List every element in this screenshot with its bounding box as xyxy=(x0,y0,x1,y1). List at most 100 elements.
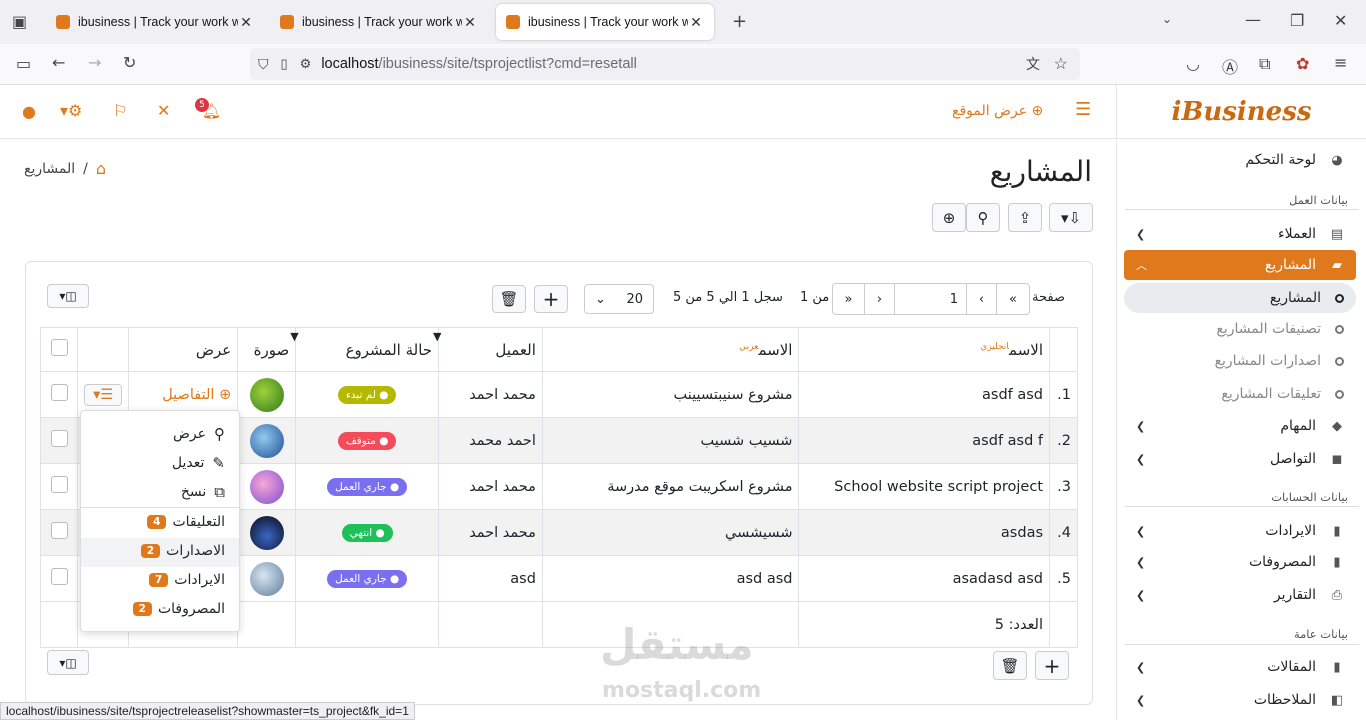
chevron-left-icon: ❮ xyxy=(1136,524,1146,538)
home-icon[interactable]: ⌂ xyxy=(96,159,106,178)
page-size-select[interactable]: ⌄ 20 xyxy=(584,284,654,314)
first-page-button[interactable]: « xyxy=(997,284,1029,314)
extensions-icon[interactable]: ⧉ xyxy=(1259,54,1270,74)
url-bar[interactable]: ⛉ ▯ ⚙ localhost/ibusiness/site/tsproject… xyxy=(250,48,1080,80)
delete-selected-button-bottom[interactable]: 🗑︎ xyxy=(993,651,1027,680)
row-checkbox[interactable] xyxy=(50,476,68,493)
col-name-ar[interactable]: الاسمعربي xyxy=(541,327,800,372)
menu-item-copy[interactable]: ⧉ نسخ xyxy=(181,483,225,501)
pocket-icon[interactable]: ◡ xyxy=(1186,54,1200,73)
printer-icon: ⎙ xyxy=(1331,587,1343,603)
menu-icon[interactable]: ≡ xyxy=(1334,53,1347,72)
browser-tab[interactable]: ibusiness | Track your work with ✕ xyxy=(46,4,264,40)
menu-item-comments[interactable]: التعليقات 4 xyxy=(147,514,225,530)
maximize-icon[interactable]: ❐ xyxy=(1290,11,1304,30)
sidebar-item-expenses[interactable]: ▮ المصروفات ❮ xyxy=(1124,547,1356,577)
search-icon: ⚲ xyxy=(214,425,225,443)
sidebar-item-tasks[interactable]: ◆ المهام ❮ xyxy=(1124,411,1356,441)
project-thumbnail[interactable] xyxy=(249,377,284,412)
browser-tab[interactable]: ibusiness | Track your work with ✕ xyxy=(270,4,488,40)
permissions-icon[interactable]: ⚙ xyxy=(300,56,312,72)
row-checkbox[interactable] xyxy=(50,522,68,539)
comments-icon: ◼ xyxy=(1331,451,1343,467)
chevron-left-icon: ❮ xyxy=(1136,555,1146,569)
close-window-icon[interactable]: ✕ xyxy=(1334,11,1347,30)
row-checkbox[interactable] xyxy=(50,384,68,401)
close-tab-icon[interactable]: ✕ xyxy=(238,14,254,31)
page-number-input[interactable]: 1 xyxy=(895,284,967,314)
column-toggle-button-bottom[interactable]: ▾◫ xyxy=(47,650,89,675)
advanced-search-button[interactable]: ⊕ xyxy=(932,203,966,232)
close-tab-icon[interactable]: ✕ xyxy=(462,14,478,31)
next-page-button[interactable]: › xyxy=(865,284,895,314)
col-customer[interactable]: العميل ▼ xyxy=(433,327,543,372)
new-tab-icon[interactable]: + xyxy=(732,11,747,32)
sidebar-item-dashboard[interactable]: ◕ لوحة التحكم xyxy=(1124,145,1356,175)
chevron-up-icon: ︿ xyxy=(1136,259,1147,272)
back-icon[interactable]: ← xyxy=(52,53,65,72)
view-site-link[interactable]: ⊕ عرض الموقع xyxy=(952,103,1043,119)
col-status[interactable]: حالة المشروع ▼ xyxy=(290,327,440,372)
sidebar-item-notes[interactable]: ◧ الملاحظات ❮ xyxy=(1124,685,1356,715)
account-icon[interactable]: Ⓐ xyxy=(1222,54,1238,78)
forward-icon[interactable]: → xyxy=(88,53,101,72)
sidebar-item-customers[interactable]: ▤ العملاء ❮ xyxy=(1124,219,1356,249)
sidebar-item-reports[interactable]: ⎙ التقارير ❮ xyxy=(1124,580,1356,610)
close-tab-icon[interactable]: ✕ xyxy=(688,14,704,31)
select-all-checkbox[interactable] xyxy=(50,339,68,356)
menu-item-revenues[interactable]: الايرادات 7 xyxy=(148,572,225,588)
row-checkbox[interactable] xyxy=(50,568,68,585)
prev-page-button[interactable]: ‹ xyxy=(967,284,997,314)
export-button[interactable]: ▾⇩ xyxy=(1049,203,1093,232)
sidebar-sub-projects[interactable]: المشاريع xyxy=(1124,283,1356,313)
sidebar-item-revenues[interactable]: ▮ الايرادات ❮ xyxy=(1124,516,1356,546)
project-thumbnail[interactable] xyxy=(249,515,284,550)
color-extension-icon[interactable]: ✿ xyxy=(1296,54,1309,73)
reload-icon[interactable]: ↻ xyxy=(123,53,136,72)
hamburger-icon[interactable]: ☰ xyxy=(1075,99,1091,120)
project-thumbnail[interactable] xyxy=(249,469,284,504)
sidebar-item-articles[interactable]: ▮ المقالات ❮ xyxy=(1124,652,1356,682)
tools-icon[interactable]: ✕ xyxy=(157,101,170,120)
sidebar-item-projects[interactable]: ▰ المشاريع ︿ xyxy=(1124,250,1356,280)
sidebar-toggle-icon[interactable]: ▭ xyxy=(16,54,31,73)
bookmark-star-icon[interactable]: ☆ xyxy=(1054,54,1068,74)
filter-icon[interactable]: ▼ xyxy=(290,330,298,343)
import-button[interactable]: ⇪ xyxy=(1008,203,1042,232)
row-checkbox[interactable] xyxy=(50,430,68,447)
translate-icon[interactable]: 文 xyxy=(1026,54,1040,74)
delete-selected-button[interactable]: 🗑︎ xyxy=(492,285,526,313)
add-button-bottom[interactable]: + xyxy=(1035,651,1069,680)
sidebar-sub-comments[interactable]: تعليقات المشاريع xyxy=(1124,379,1356,409)
minimize-icon[interactable]: — xyxy=(1245,10,1261,29)
col-name-en[interactable]: الاسمانجليزي xyxy=(798,327,1051,372)
menu-item-releases[interactable]: الاصدارات 2 xyxy=(140,543,225,559)
row-actions-button[interactable]: ☰▾ xyxy=(84,383,123,406)
user-icon[interactable]: ● xyxy=(22,102,36,121)
page-icon[interactable]: ▯ xyxy=(281,56,288,72)
tab-list-icon[interactable]: ▣ xyxy=(12,12,27,31)
last-page-button[interactable]: » xyxy=(833,284,865,314)
gear-icon[interactable]: ▾⚙ xyxy=(60,101,82,120)
menu-item-view[interactable]: ⚲ عرض xyxy=(173,425,225,443)
notifications-badge: 5 xyxy=(195,98,209,112)
search-button[interactable]: ⚲ xyxy=(966,203,1000,232)
details-link[interactable]: ⊕ التفاصيل xyxy=(162,387,231,403)
shield-icon[interactable]: ⛉ xyxy=(258,56,269,73)
trash-icon: 🗑︎ xyxy=(1000,656,1020,675)
menu-item-expenses[interactable]: المصروفات 2 xyxy=(132,601,225,617)
pencil-icon: ✎ xyxy=(212,454,225,472)
sidebar-sub-releases[interactable]: اصدارات المشاريع xyxy=(1124,346,1356,376)
flag-icon[interactable]: ⚐ xyxy=(113,101,127,120)
sidebar-sub-categories[interactable]: تصنيفات المشاريع xyxy=(1124,314,1356,344)
menu-item-edit[interactable]: ✎ تعديل xyxy=(172,454,225,472)
sidebar-item-communication[interactable]: ◼ التواصل ❮ xyxy=(1124,444,1356,474)
browser-tab-active[interactable]: ibusiness | Track your work with ✕ xyxy=(496,4,714,40)
sticky-note-icon: ◧ xyxy=(1330,692,1344,708)
add-button[interactable]: + xyxy=(534,285,568,313)
project-thumbnail[interactable] xyxy=(249,423,284,458)
project-thumbnail[interactable] xyxy=(249,561,284,596)
column-toggle-button[interactable]: ▾◫ xyxy=(47,284,89,308)
chevron-down-icon[interactable]: ⌄ xyxy=(1162,12,1172,26)
sidebar-divider xyxy=(1125,506,1359,507)
